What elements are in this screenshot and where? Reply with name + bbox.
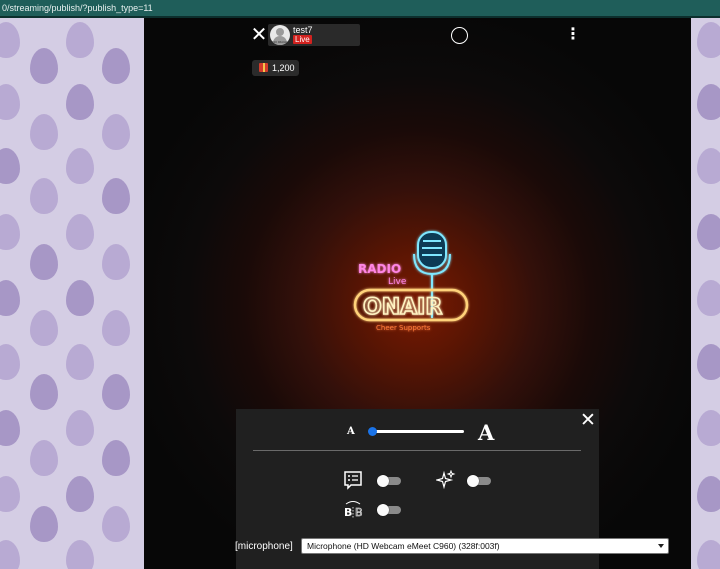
background-pattern-left xyxy=(0,18,144,569)
font-size-slider-thumb[interactable] xyxy=(368,427,377,436)
on-air-logo: RADIO Live ONAIR Cheer Supports xyxy=(353,231,469,332)
panel-divider xyxy=(253,450,581,451)
background-pattern-right xyxy=(691,18,720,569)
close-stream-icon[interactable]: ✕ xyxy=(250,25,268,45)
record-circle-button[interactable] xyxy=(451,27,468,44)
svg-text:B: B xyxy=(344,506,352,519)
logo-onair-text: ONAIR xyxy=(363,295,442,320)
chevron-down-icon xyxy=(658,544,664,548)
more-menu-icon[interactable]: ⋮ xyxy=(565,27,581,44)
font-size-large-label: A xyxy=(478,420,495,445)
logo-tagline: Cheer Supports xyxy=(376,324,431,332)
close-panel-icon[interactable]: ✕ xyxy=(580,411,596,430)
user-info-pill[interactable]: NO IMAGE test7 Live xyxy=(268,24,360,46)
username: test7 xyxy=(293,25,313,35)
gift-icon xyxy=(259,63,268,72)
logo-radio-text: RADIO xyxy=(358,262,401,276)
microphone-label: [microphone] xyxy=(235,541,293,552)
comment-list-toggle[interactable] xyxy=(377,475,401,487)
avatar-caption: NO IMAGE xyxy=(272,40,288,44)
microphone-selected-value: Microphone (HD Webcam eMeet C960) (328f:… xyxy=(307,541,500,551)
effects-toggle[interactable] xyxy=(467,475,491,487)
font-size-slider[interactable] xyxy=(370,430,464,433)
font-size-small-label: A xyxy=(347,426,355,437)
live-badge: Live xyxy=(293,35,312,44)
bold-text-toggle[interactable] xyxy=(377,504,401,516)
logo-live-text: Live xyxy=(388,277,407,287)
microphone-select[interactable]: Microphone (HD Webcam eMeet C960) (328f:… xyxy=(301,538,669,554)
gift-counter: 1,200 xyxy=(252,60,299,76)
url-text: 0/streaming/publish/?publish_type=11 xyxy=(2,3,153,13)
sparkle-effects-icon xyxy=(436,470,456,490)
comment-list-icon xyxy=(344,471,362,490)
gift-count: 1,200 xyxy=(272,63,295,73)
bold-text-icon: B B xyxy=(344,501,363,519)
browser-url-bar[interactable]: 0/streaming/publish/?publish_type=11 xyxy=(0,0,720,17)
avatar: NO IMAGE xyxy=(270,25,290,45)
svg-text:B: B xyxy=(355,506,363,519)
